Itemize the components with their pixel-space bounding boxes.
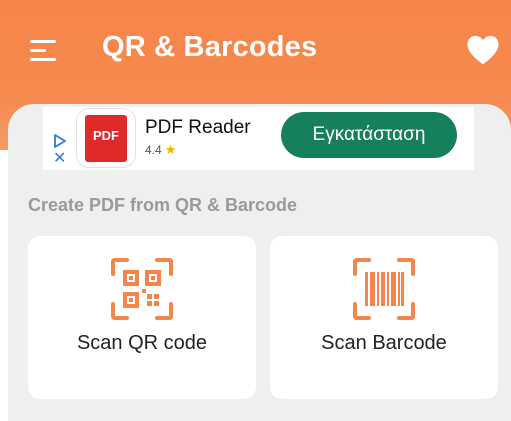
card-label: Scan QR code bbox=[76, 332, 208, 354]
scan-barcode-card[interactable]: Scan Barcode bbox=[270, 236, 498, 399]
ad-app-name: PDF Reader bbox=[145, 117, 251, 138]
ad-choices-icon[interactable] bbox=[53, 133, 67, 149]
menu-icon[interactable] bbox=[30, 38, 58, 62]
ad-banner[interactable]: ✕ PDF PDF Reader 4.4 ★ Εγκατάσταση bbox=[43, 107, 474, 170]
install-button[interactable]: Εγκατάσταση bbox=[281, 112, 457, 158]
scan-qr-code-card[interactable]: Scan QR code bbox=[28, 236, 256, 399]
barcode-icon bbox=[353, 258, 415, 320]
heart-icon[interactable] bbox=[466, 34, 500, 66]
pdf-app-icon: PDF bbox=[77, 109, 135, 167]
star-icon: ★ bbox=[164, 142, 177, 157]
card-label: Scan Barcode bbox=[321, 332, 447, 354]
qr-code-icon bbox=[111, 258, 173, 320]
ad-rating: 4.4 ★ bbox=[145, 142, 177, 157]
section-title: Create PDF from QR & Barcode bbox=[28, 195, 298, 215]
app-title: QR & Barcodes bbox=[102, 31, 318, 63]
ad-close-icon[interactable]: ✕ bbox=[53, 151, 66, 167]
